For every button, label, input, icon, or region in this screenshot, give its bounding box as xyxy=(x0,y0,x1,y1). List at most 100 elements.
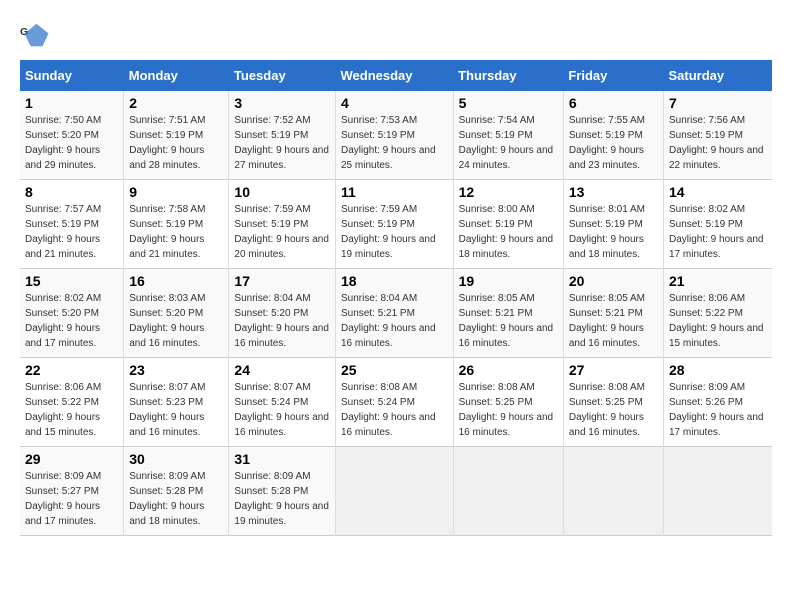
day-info: Sunrise: 7:56 AMSunset: 5:19 PMDaylight:… xyxy=(669,115,764,171)
day-number: 22 xyxy=(25,362,118,378)
calendar-cell: 17 Sunrise: 8:04 AMSunset: 5:20 PMDaylig… xyxy=(229,269,336,358)
calendar-cell: 24 Sunrise: 8:07 AMSunset: 5:24 PMDaylig… xyxy=(229,358,336,447)
calendar-cell: 3 Sunrise: 7:52 AMSunset: 5:19 PMDayligh… xyxy=(229,91,336,180)
calendar-cell: 29 Sunrise: 8:09 AMSunset: 5:27 PMDaylig… xyxy=(20,447,124,536)
calendar-table: SundayMondayTuesdayWednesdayThursdayFrid… xyxy=(20,60,772,536)
week-row-3: 15 Sunrise: 8:02 AMSunset: 5:20 PMDaylig… xyxy=(20,269,772,358)
header-wednesday: Wednesday xyxy=(336,60,454,91)
calendar-cell: 22 Sunrise: 8:06 AMSunset: 5:22 PMDaylig… xyxy=(20,358,124,447)
calendar-cell: 30 Sunrise: 8:09 AMSunset: 5:28 PMDaylig… xyxy=(124,447,229,536)
calendar-cell: 4 Sunrise: 7:53 AMSunset: 5:19 PMDayligh… xyxy=(336,91,454,180)
calendar-cell: 27 Sunrise: 8:08 AMSunset: 5:25 PMDaylig… xyxy=(563,358,663,447)
calendar-cell: 15 Sunrise: 8:02 AMSunset: 5:20 PMDaylig… xyxy=(20,269,124,358)
day-info: Sunrise: 7:53 AMSunset: 5:19 PMDaylight:… xyxy=(341,115,436,171)
day-info: Sunrise: 8:03 AMSunset: 5:20 PMDaylight:… xyxy=(129,293,205,349)
day-number: 3 xyxy=(234,95,330,111)
header: G xyxy=(20,20,772,50)
day-info: Sunrise: 7:58 AMSunset: 5:19 PMDaylight:… xyxy=(129,204,205,260)
day-number: 31 xyxy=(234,451,330,467)
day-info: Sunrise: 7:57 AMSunset: 5:19 PMDaylight:… xyxy=(25,204,101,260)
day-number: 26 xyxy=(459,362,558,378)
calendar-cell: 19 Sunrise: 8:05 AMSunset: 5:21 PMDaylig… xyxy=(453,269,563,358)
day-info: Sunrise: 8:08 AMSunset: 5:24 PMDaylight:… xyxy=(341,382,436,438)
day-info: Sunrise: 8:09 AMSunset: 5:26 PMDaylight:… xyxy=(669,382,764,438)
calendar-cell xyxy=(336,447,454,536)
day-info: Sunrise: 8:09 AMSunset: 5:27 PMDaylight:… xyxy=(25,471,101,527)
calendar-cell: 9 Sunrise: 7:58 AMSunset: 5:19 PMDayligh… xyxy=(124,180,229,269)
day-number: 8 xyxy=(25,184,118,200)
day-info: Sunrise: 8:08 AMSunset: 5:25 PMDaylight:… xyxy=(459,382,554,438)
calendar-cell: 25 Sunrise: 8:08 AMSunset: 5:24 PMDaylig… xyxy=(336,358,454,447)
day-info: Sunrise: 7:52 AMSunset: 5:19 PMDaylight:… xyxy=(234,115,329,171)
calendar-cell: 12 Sunrise: 8:00 AMSunset: 5:19 PMDaylig… xyxy=(453,180,563,269)
calendar-body: 1 Sunrise: 7:50 AMSunset: 5:20 PMDayligh… xyxy=(20,91,772,536)
day-info: Sunrise: 7:50 AMSunset: 5:20 PMDaylight:… xyxy=(25,115,101,171)
header-friday: Friday xyxy=(563,60,663,91)
calendar-cell: 1 Sunrise: 7:50 AMSunset: 5:20 PMDayligh… xyxy=(20,91,124,180)
day-info: Sunrise: 8:02 AMSunset: 5:20 PMDaylight:… xyxy=(25,293,101,349)
calendar-cell: 2 Sunrise: 7:51 AMSunset: 5:19 PMDayligh… xyxy=(124,91,229,180)
day-info: Sunrise: 8:02 AMSunset: 5:19 PMDaylight:… xyxy=(669,204,764,260)
calendar-cell: 21 Sunrise: 8:06 AMSunset: 5:22 PMDaylig… xyxy=(663,269,772,358)
day-info: Sunrise: 7:59 AMSunset: 5:19 PMDaylight:… xyxy=(341,204,436,260)
calendar-cell: 11 Sunrise: 7:59 AMSunset: 5:19 PMDaylig… xyxy=(336,180,454,269)
day-number: 9 xyxy=(129,184,223,200)
week-row-2: 8 Sunrise: 7:57 AMSunset: 5:19 PMDayligh… xyxy=(20,180,772,269)
day-number: 29 xyxy=(25,451,118,467)
calendar-cell: 7 Sunrise: 7:56 AMSunset: 5:19 PMDayligh… xyxy=(663,91,772,180)
calendar-cell: 8 Sunrise: 7:57 AMSunset: 5:19 PMDayligh… xyxy=(20,180,124,269)
day-number: 21 xyxy=(669,273,767,289)
day-number: 27 xyxy=(569,362,658,378)
header-tuesday: Tuesday xyxy=(229,60,336,91)
day-number: 16 xyxy=(129,273,223,289)
calendar-cell xyxy=(563,447,663,536)
day-info: Sunrise: 8:05 AMSunset: 5:21 PMDaylight:… xyxy=(459,293,554,349)
calendar-cell: 26 Sunrise: 8:08 AMSunset: 5:25 PMDaylig… xyxy=(453,358,563,447)
calendar-header: SundayMondayTuesdayWednesdayThursdayFrid… xyxy=(20,60,772,91)
day-number: 14 xyxy=(669,184,767,200)
calendar-cell: 28 Sunrise: 8:09 AMSunset: 5:26 PMDaylig… xyxy=(663,358,772,447)
day-info: Sunrise: 8:06 AMSunset: 5:22 PMDaylight:… xyxy=(25,382,101,438)
day-number: 18 xyxy=(341,273,448,289)
calendar-cell: 6 Sunrise: 7:55 AMSunset: 5:19 PMDayligh… xyxy=(563,91,663,180)
calendar-cell: 23 Sunrise: 8:07 AMSunset: 5:23 PMDaylig… xyxy=(124,358,229,447)
day-info: Sunrise: 8:07 AMSunset: 5:24 PMDaylight:… xyxy=(234,382,329,438)
day-info: Sunrise: 8:09 AMSunset: 5:28 PMDaylight:… xyxy=(234,471,329,527)
day-number: 12 xyxy=(459,184,558,200)
day-number: 23 xyxy=(129,362,223,378)
calendar-cell xyxy=(453,447,563,536)
day-number: 5 xyxy=(459,95,558,111)
day-number: 11 xyxy=(341,184,448,200)
day-number: 17 xyxy=(234,273,330,289)
day-info: Sunrise: 8:06 AMSunset: 5:22 PMDaylight:… xyxy=(669,293,764,349)
day-info: Sunrise: 7:51 AMSunset: 5:19 PMDaylight:… xyxy=(129,115,205,171)
day-number: 13 xyxy=(569,184,658,200)
day-number: 15 xyxy=(25,273,118,289)
calendar-cell: 14 Sunrise: 8:02 AMSunset: 5:19 PMDaylig… xyxy=(663,180,772,269)
day-number: 7 xyxy=(669,95,767,111)
header-saturday: Saturday xyxy=(663,60,772,91)
calendar-cell: 5 Sunrise: 7:54 AMSunset: 5:19 PMDayligh… xyxy=(453,91,563,180)
calendar-cell: 18 Sunrise: 8:04 AMSunset: 5:21 PMDaylig… xyxy=(336,269,454,358)
day-number: 25 xyxy=(341,362,448,378)
week-row-4: 22 Sunrise: 8:06 AMSunset: 5:22 PMDaylig… xyxy=(20,358,772,447)
calendar-cell: 31 Sunrise: 8:09 AMSunset: 5:28 PMDaylig… xyxy=(229,447,336,536)
day-info: Sunrise: 7:55 AMSunset: 5:19 PMDaylight:… xyxy=(569,115,645,171)
day-info: Sunrise: 8:09 AMSunset: 5:28 PMDaylight:… xyxy=(129,471,205,527)
calendar-cell: 20 Sunrise: 8:05 AMSunset: 5:21 PMDaylig… xyxy=(563,269,663,358)
day-number: 24 xyxy=(234,362,330,378)
day-number: 10 xyxy=(234,184,330,200)
day-number: 20 xyxy=(569,273,658,289)
day-info: Sunrise: 8:00 AMSunset: 5:19 PMDaylight:… xyxy=(459,204,554,260)
day-info: Sunrise: 8:04 AMSunset: 5:21 PMDaylight:… xyxy=(341,293,436,349)
day-info: Sunrise: 8:01 AMSunset: 5:19 PMDaylight:… xyxy=(569,204,645,260)
header-thursday: Thursday xyxy=(453,60,563,91)
day-info: Sunrise: 7:54 AMSunset: 5:19 PMDaylight:… xyxy=(459,115,554,171)
header-monday: Monday xyxy=(124,60,229,91)
header-sunday: Sunday xyxy=(20,60,124,91)
day-info: Sunrise: 8:07 AMSunset: 5:23 PMDaylight:… xyxy=(129,382,205,438)
calendar-cell: 13 Sunrise: 8:01 AMSunset: 5:19 PMDaylig… xyxy=(563,180,663,269)
day-number: 28 xyxy=(669,362,767,378)
day-info: Sunrise: 8:08 AMSunset: 5:25 PMDaylight:… xyxy=(569,382,645,438)
calendar-cell: 16 Sunrise: 8:03 AMSunset: 5:20 PMDaylig… xyxy=(124,269,229,358)
